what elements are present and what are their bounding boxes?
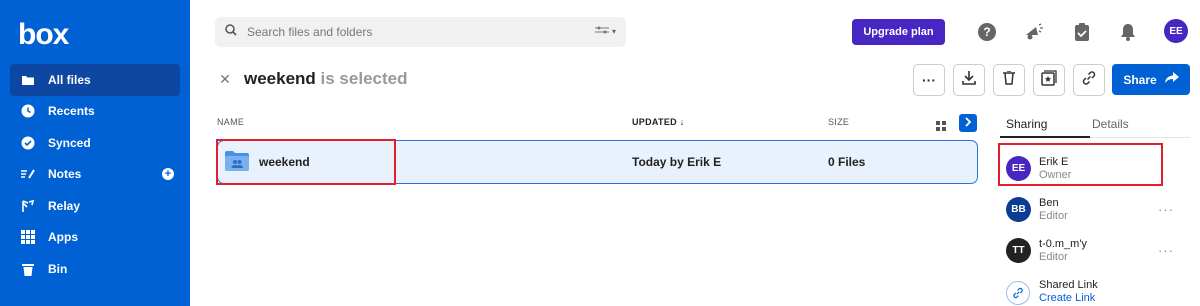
box-logo[interactable]: box <box>18 18 69 52</box>
avatar: TT <box>1006 238 1031 263</box>
collection-star-icon <box>1041 69 1057 91</box>
highlight-box-row <box>216 139 396 185</box>
sidebar-nav: All files Recents Synced Notes + Relay A… <box>0 64 190 285</box>
whats-new-icon[interactable] <box>1024 22 1044 42</box>
deselect-close-icon[interactable]: ✕ <box>217 71 233 87</box>
tab-sharing[interactable]: Sharing <box>1006 117 1047 131</box>
trash-icon <box>20 261 36 277</box>
sidebar-item-label: Bin <box>48 261 68 276</box>
notifications-bell-icon[interactable] <box>1118 22 1138 42</box>
shared-link-icon[interactable] <box>1006 281 1030 305</box>
folder-icon <box>20 72 36 88</box>
create-link-link[interactable]: Create Link <box>1039 292 1095 304</box>
collaborator-item[interactable]: BB Ben Editor ··· <box>1006 197 1196 225</box>
trash-icon <box>1003 69 1015 90</box>
svg-text:?: ? <box>983 25 990 39</box>
search-bar[interactable]: ▾ <box>215 17 626 47</box>
search-input[interactable] <box>247 25 567 39</box>
selected-item-name: weekend <box>244 69 316 88</box>
shared-link-title: Shared Link <box>1039 279 1098 291</box>
collaborator-role: Editor <box>1039 210 1068 222</box>
active-tab-indicator <box>1000 136 1090 138</box>
more-options-label: ··· <box>922 72 936 88</box>
sliders-icon <box>594 25 609 37</box>
sidebar-item-recents[interactable]: Recents <box>0 96 190 128</box>
sidebar-item-label: Recents <box>48 104 95 119</box>
row-updated: Today by Erik E <box>632 155 722 169</box>
sidebar-item-label: Apps <box>48 230 78 245</box>
share-arrow-icon <box>1164 72 1179 87</box>
collaborator-role: Editor <box>1039 251 1068 263</box>
share-button[interactable]: Share <box>1112 64 1190 95</box>
download-button[interactable] <box>953 64 985 96</box>
grid-icon <box>20 229 36 245</box>
highlight-box-owner <box>998 143 1163 186</box>
sidebar-item-all-files[interactable]: All files <box>10 64 180 96</box>
sidebar-item-label: Synced <box>48 135 91 150</box>
chevron-down-icon: ▾ <box>611 26 616 36</box>
chevron-right-icon <box>964 114 972 132</box>
help-icon[interactable]: ? <box>977 22 997 42</box>
sidebar-item-apps[interactable]: Apps <box>0 222 190 254</box>
sidebar-item-label: Notes <box>48 167 82 182</box>
tasks-clipboard-icon[interactable] <box>1072 22 1092 42</box>
collaborator-name: Ben <box>1039 197 1059 209</box>
collaborator-more-button[interactable]: ··· <box>1158 202 1174 217</box>
avatar: BB <box>1006 197 1031 222</box>
column-header-size[interactable]: SIZE <box>828 117 849 127</box>
collaborator-item[interactable]: TT t-0.m_m'y Editor ··· <box>1006 238 1196 266</box>
column-header-name[interactable]: NAME <box>217 117 244 127</box>
share-label: Share <box>1123 72 1157 87</box>
collaborator-more-button[interactable]: ··· <box>1158 243 1174 258</box>
sidebar-item-notes[interactable]: Notes + <box>0 159 190 191</box>
selected-suffix: is selected <box>315 69 408 88</box>
collaborator-name: t-0.m_m'y <box>1039 238 1087 250</box>
copy-link-button[interactable] <box>1073 64 1105 96</box>
notes-icon <box>20 166 36 182</box>
more-options-button[interactable]: ··· <box>913 64 945 96</box>
sidebar-item-synced[interactable]: Synced <box>0 127 190 159</box>
download-icon <box>962 70 976 91</box>
upgrade-plan-button[interactable]: Upgrade plan <box>852 19 945 45</box>
column-header-updated[interactable]: UPDATED ↓ <box>632 117 685 127</box>
sidebar-item-bin[interactable]: Bin <box>0 253 190 285</box>
add-to-collection-button[interactable] <box>1033 64 1065 96</box>
row-size: 0 Files <box>828 155 866 169</box>
tab-details[interactable]: Details <box>1092 117 1129 131</box>
search-filter-button[interactable]: ▾ <box>594 25 616 37</box>
selection-title: weekend is selected <box>244 69 407 89</box>
sidebar-item-relay[interactable]: Relay <box>0 190 190 222</box>
search-icon <box>225 23 237 41</box>
link-icon <box>1081 70 1097 91</box>
sidebar-item-label: All files <box>48 72 91 87</box>
toggle-sidebar-button[interactable] <box>959 114 977 132</box>
check-circle-icon <box>20 135 36 151</box>
grid-view-icon[interactable] <box>936 118 946 136</box>
relay-icon <box>20 198 36 214</box>
sidebar-item-label: Relay <box>48 198 81 213</box>
sidebar: box All files Recents Synced Notes + Rel… <box>0 0 190 306</box>
delete-button[interactable] <box>993 64 1025 96</box>
user-avatar[interactable]: EE <box>1164 19 1188 43</box>
add-note-icon[interactable]: + <box>162 167 174 180</box>
app-root: box All files Recents Synced Notes + Rel… <box>0 0 1200 306</box>
clock-icon <box>20 103 36 119</box>
